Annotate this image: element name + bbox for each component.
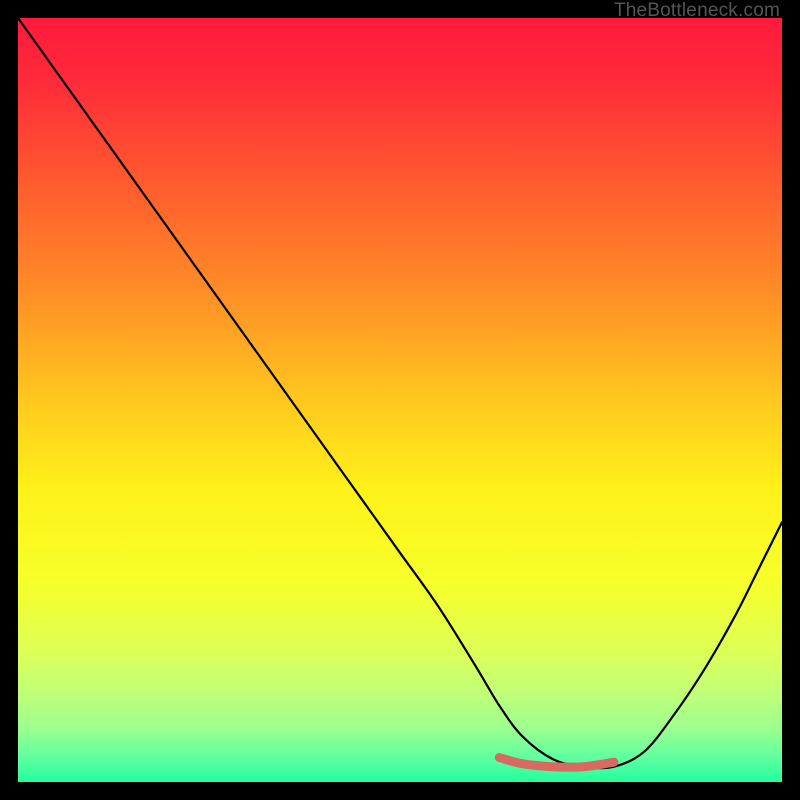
- bottleneck-curve: [18, 18, 782, 768]
- curve-layer: [18, 18, 782, 782]
- watermark: TheBottleneck.com: [614, 0, 780, 22]
- chart-frame: { "watermark": "TheBottleneck.com", "col…: [0, 0, 800, 800]
- optimum-marker: [499, 758, 614, 768]
- plot-area: [18, 18, 782, 782]
